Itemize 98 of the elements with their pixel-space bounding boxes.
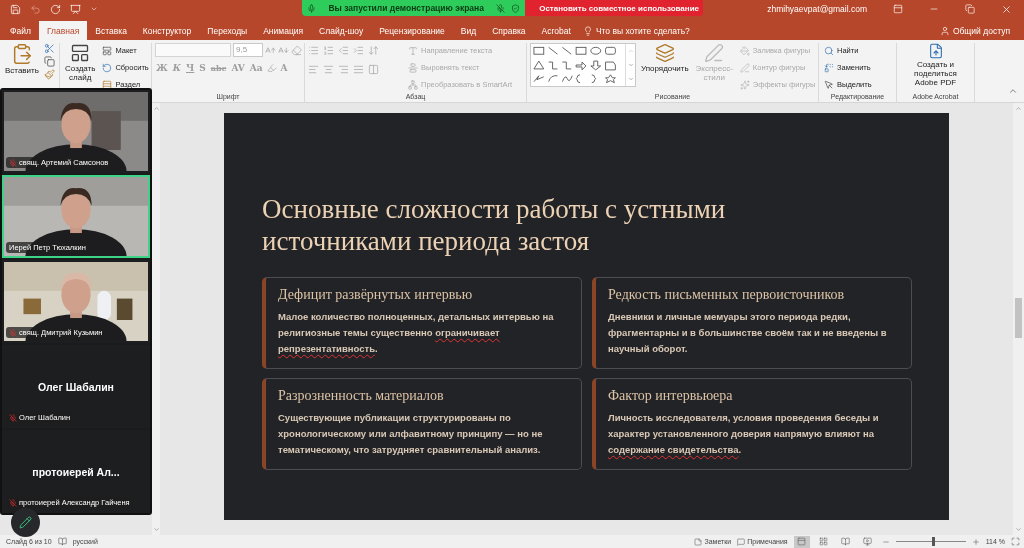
style-icon — [704, 43, 725, 63]
create-pdf-button[interactable]: Создать и поделиться Adobe PDF — [900, 43, 971, 87]
bullets-icon — [308, 45, 319, 56]
scroll-down-icon — [152, 526, 160, 533]
justify-icon — [353, 64, 364, 75]
spellcheck-icon — [57, 537, 67, 546]
align-center-icon — [323, 64, 334, 75]
ribbon-tab[interactable]: Главная — [38, 21, 88, 40]
shape-format-icon — [739, 79, 750, 90]
ribbon-tab[interactable]: Конструктор — [134, 21, 200, 40]
slide-title: Основные сложности работы с устными источниками периода застоя — [262, 193, 727, 257]
microphone-icon — [307, 3, 317, 13]
card-heading: Дефицит развёрнутых интервью — [278, 287, 474, 303]
scrollbar[interactable] — [1013, 103, 1024, 535]
card-text: Личность исследователя, условия проведения беседы и характер установленного доверия напрямую влияют на содержание свидетельства. — [608, 411, 880, 457]
redo-icon — [50, 3, 61, 15]
align-right-icon — [338, 64, 349, 75]
clear-format-icon — [291, 44, 302, 56]
zoom-thumb[interactable] — [931, 537, 935, 546]
replace-icon — [824, 62, 834, 73]
ribbon-tab[interactable]: Файл — [2, 21, 39, 40]
muted-microphone-icon — [9, 328, 17, 337]
shape-format-icon — [739, 45, 750, 56]
ribbon-tab[interactable]: Рецензирование — [371, 21, 453, 40]
section-icon — [102, 79, 113, 90]
card-text: Существующие публикации структурированы по хронологическому или алфавитному принципу — но не тематическому, что затрудняет сравнительный анализ. — [278, 411, 544, 457]
sharing-message: Вы запустили демонстрацию экрана — [328, 3, 484, 13]
muted-microphone-icon — [9, 413, 17, 422]
fit-slide-icon — [1011, 537, 1020, 546]
grow-font-icon — [265, 44, 276, 56]
pdf-share-icon — [927, 43, 944, 59]
comment-icon — [737, 537, 746, 546]
arrange-icon — [654, 43, 675, 63]
scroll-up-icon — [627, 48, 634, 54]
zoom-in-icon — [971, 537, 980, 546]
copy-icon — [43, 56, 55, 67]
scrollbar[interactable] — [152, 103, 160, 535]
restore-icon — [965, 4, 975, 14]
card-heading: Разрозненность материалов — [278, 388, 445, 404]
presentation-icon — [70, 3, 81, 15]
participant-name: Олег Шабалин — [38, 380, 114, 393]
paste-button[interactable]: Вставить — [3, 43, 41, 75]
close-icon — [1001, 3, 1012, 15]
layout-icon — [102, 45, 113, 56]
undo-icon — [30, 3, 41, 15]
view-button[interactable] — [793, 535, 810, 548]
ribbon-display-icon — [893, 4, 903, 14]
save-icon — [10, 3, 21, 15]
card-text: Дневники и личные мемуары этого периода редки, фрагментарны и в большинстве своём так и не введены в научный оборот. — [608, 310, 888, 356]
tell-me-placeholder: Что вы хотите сделать? — [595, 25, 690, 36]
account-email: zhmihyaevpat@gmail.com — [767, 4, 867, 14]
collapse-ribbon-icon — [1008, 86, 1018, 96]
pointer-icon — [824, 79, 834, 90]
scroll-up-icon — [152, 105, 160, 112]
muted-microphone-icon — [9, 158, 17, 167]
line-spacing-icon — [368, 45, 379, 56]
card-heading: Фактор интервьюера — [608, 388, 734, 404]
ribbon-tab[interactable]: Переходы — [199, 21, 256, 40]
search-icon — [824, 45, 834, 56]
muted-microphone-icon — [9, 498, 17, 507]
more-icon — [627, 76, 634, 82]
outdent-icon — [338, 45, 349, 56]
reset-icon — [102, 62, 113, 73]
muted-microphone-icon — [496, 3, 506, 13]
align-left-icon — [308, 64, 319, 75]
format-painter-icon — [43, 69, 55, 80]
customize-icon — [90, 5, 98, 13]
share-button[interactable]: Общий доступ — [933, 21, 1016, 40]
notes-icon — [694, 537, 703, 546]
ribbon-tab[interactable]: Вставка — [87, 21, 135, 40]
card-heading: Редкость письменных первоисточников — [608, 287, 846, 303]
arrange-button[interactable]: Упорядочить — [639, 43, 691, 73]
columns-icon — [368, 64, 379, 75]
pencil-icon — [19, 516, 32, 529]
ribbon-tab[interactable]: Acrobat — [533, 21, 579, 40]
card-text: Малое количество полноценных, детальных интервью на религиозные темы существенно ограничивает репрезентативность. — [278, 310, 555, 356]
ribbon-tab[interactable]: Слайд-шоу — [311, 21, 372, 40]
tell-me-field[interactable]: Что вы хотите сделать? — [582, 21, 690, 40]
scroll-thumb[interactable] — [1015, 298, 1022, 338]
numbering-icon — [323, 45, 334, 56]
shape-format-icon — [739, 62, 750, 73]
highlight-icon — [266, 63, 277, 73]
scroll-down-icon — [1015, 526, 1022, 533]
indent-icon — [353, 45, 364, 56]
cut-icon — [43, 43, 55, 54]
participant-name: протоиерей Ал... — [32, 465, 120, 478]
shrink-font-icon — [278, 44, 289, 56]
ribbon-tab[interactable]: Анимация — [255, 21, 312, 40]
lightbulb-icon — [582, 25, 593, 36]
scroll-up-icon — [1015, 105, 1022, 112]
ribbon-tab[interactable]: Справка — [484, 21, 534, 40]
scroll-down-icon — [627, 62, 634, 68]
ribbon-tab[interactable]: Вид — [452, 21, 485, 40]
slide-icon — [70, 43, 91, 63]
person-icon — [939, 25, 950, 36]
new-slide-button[interactable]: Создать слайд — [63, 43, 98, 82]
stop-sharing-button[interactable]: Остановить совместное использование — [525, 0, 704, 16]
shield-icon — [511, 3, 521, 13]
